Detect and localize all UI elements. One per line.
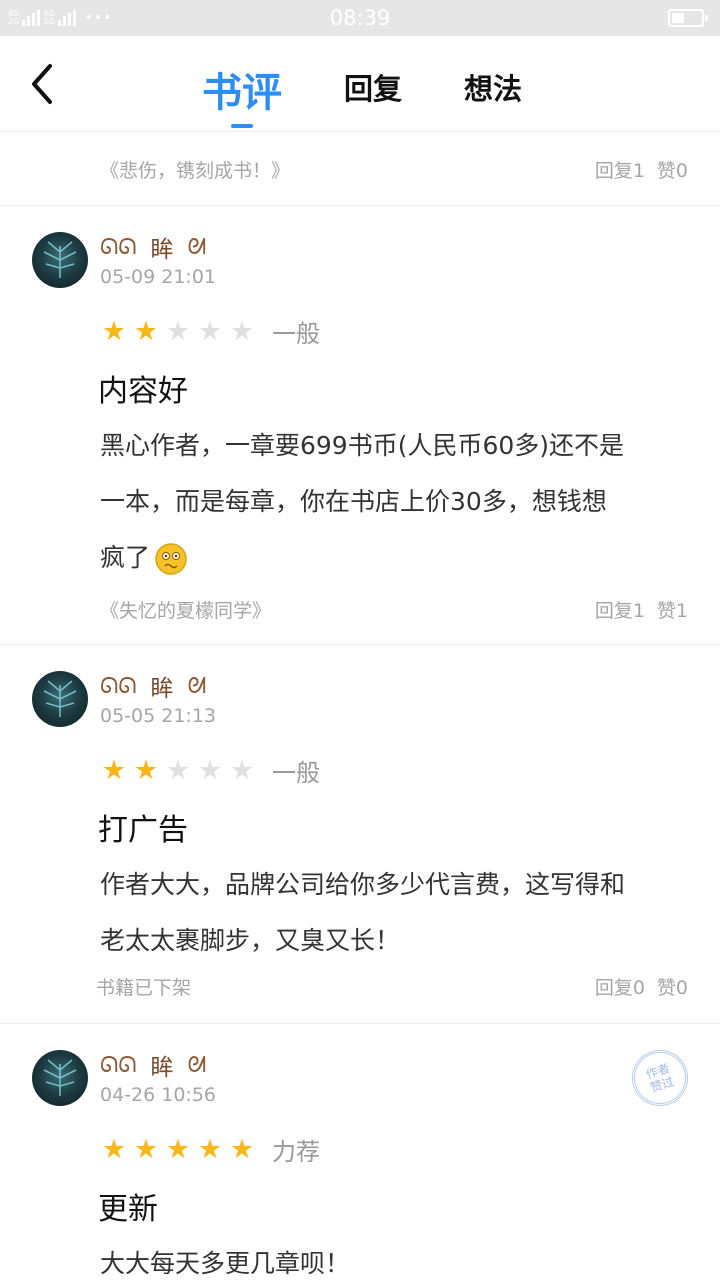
avatar[interactable]: [32, 671, 88, 727]
review-date: 05-05 21:13: [100, 705, 217, 727]
star-icon: ★: [133, 754, 159, 786]
tab-book-reviews[interactable]: 书评: [202, 60, 282, 128]
review-body[interactable]: 黑心作者，一章要699书币(人民币60多)还不是 一本，而是每章，你在书店上价3…: [100, 418, 700, 586]
star-icon: ★: [229, 315, 255, 347]
rating-label: 一般: [272, 320, 320, 348]
star-icon: ★: [101, 1133, 127, 1165]
star-icon: ★: [165, 754, 191, 786]
avatar[interactable]: [32, 232, 88, 288]
like-count-button[interactable]: 赞1: [657, 600, 688, 622]
review-date: 05-09 21:01: [100, 266, 217, 288]
review-body-line: 疯了: [100, 543, 151, 572]
rating-label: 一般: [272, 759, 320, 787]
review-body-line: 黑心作者，一章要699书币(人民币60多)还不是: [100, 431, 625, 460]
review-body-line: 大大每天多更几章呗！: [100, 1249, 351, 1278]
avatar[interactable]: [32, 1050, 88, 1106]
star-icon: ★: [101, 754, 127, 786]
star-icon: ★: [165, 315, 191, 347]
book-link[interactable]: 《悲伤，镌刻成书！》: [100, 156, 290, 183]
avatar-leaf-icon: [43, 241, 77, 278]
username[interactable]: ᘏᘏ 眸 ᘛ: [100, 669, 206, 703]
review-item: ᘏᘏ 眸 ᘛ 05-09 21:01 ★ ★ ★ ★ ★ 一般 内容好 黑心作者…: [0, 206, 720, 644]
rating-stars: ★ ★ ★ ★ ★ 一般: [98, 314, 320, 349]
star-icon: ★: [229, 1133, 255, 1165]
review-date: 04-26 10:56: [100, 1084, 217, 1106]
tab-bar: 书评 回复 想法: [0, 36, 720, 132]
username-text: 眸: [150, 676, 174, 702]
ornament-right-icon: ᘛ: [187, 234, 207, 260]
star-icon: ★: [101, 315, 127, 347]
battery-icon: [668, 9, 708, 27]
status-bar: 4G 2G 4G 2G ••• 08:39: [0, 0, 720, 36]
review-title: 打广告: [98, 813, 188, 848]
review-body-line: 老太太裹脚步，又臭又长！: [100, 926, 401, 955]
username-text: 眸: [150, 237, 174, 263]
book-link[interactable]: 《失忆的夏檬同学》: [100, 596, 271, 623]
review-counts: 回复0 赞0: [595, 973, 688, 1000]
rating-label: 力荐: [272, 1138, 320, 1166]
review-body[interactable]: 大大每天多更几章呗！: [100, 1236, 700, 1280]
avatar-leaf-icon: [43, 1059, 77, 1096]
review-footer: 《失忆的夏檬同学》 回复1 赞1: [0, 596, 720, 636]
avatar-leaf-icon: [43, 680, 77, 717]
star-icon: ★: [197, 1133, 223, 1165]
star-icon: ★: [133, 315, 159, 347]
rating-stars: ★ ★ ★ ★ ★ 一般: [98, 753, 320, 788]
nav-bar: 书评 回复 想法: [0, 36, 720, 132]
review-title: 内容好: [98, 374, 188, 409]
review-item: ᘏᘏ 眸 ᘛ 05-05 21:13 ★ ★ ★ ★ ★ 一般 打广告 作者大大…: [0, 645, 720, 1023]
ornament-left-icon: ᘏᘏ: [100, 673, 137, 699]
review-footer: 《悲伤，镌刻成书！》 回复1 赞0: [0, 156, 720, 196]
review-body-line: 一本，而是每章，你在书店上价30多，想钱想: [100, 487, 607, 516]
star-icon: ★: [229, 754, 255, 786]
ornament-left-icon: ᘏᘏ: [100, 234, 137, 260]
review-footer: 书籍已下架 回复0 赞0: [0, 973, 720, 1013]
reply-count-button[interactable]: 回复1: [595, 600, 645, 622]
username[interactable]: ᘏᘏ 眸 ᘛ: [100, 1048, 206, 1082]
star-icon: ★: [197, 754, 223, 786]
like-count-button[interactable]: 赞0: [657, 977, 688, 999]
star-icon: ★: [165, 1133, 191, 1165]
ornament-right-icon: ᘛ: [187, 673, 207, 699]
review-item: ᘏᘏ 眸 ᘛ 04-26 10:56 作者 赞过 ★ ★ ★ ★ ★ 力荐 更新…: [0, 1024, 720, 1280]
username[interactable]: ᘏᘏ 眸 ᘛ: [100, 230, 206, 264]
ornament-left-icon: ᘏᘏ: [100, 1052, 137, 1078]
review-counts: 回复1 赞0: [595, 156, 688, 183]
ornament-right-icon: ᘛ: [187, 1052, 207, 1078]
tab-replies[interactable]: 回复: [344, 66, 402, 108]
dizzy-face-emoji-icon: [155, 543, 187, 575]
like-count-button[interactable]: 赞0: [657, 160, 688, 182]
author-liked-stamp: 作者 赞过: [624, 1042, 696, 1114]
reply-count-button[interactable]: 回复1: [595, 160, 645, 182]
review-body-line: 作者大大，品牌公司给你多少代言费，这写得和: [100, 870, 626, 899]
book-status: 书籍已下架: [96, 977, 192, 999]
status-time: 08:39: [329, 6, 391, 30]
star-icon: ★: [133, 1133, 159, 1165]
stamp-text: 作者 赞过: [644, 1060, 676, 1096]
review-counts: 回复1 赞1: [595, 596, 688, 623]
review-body[interactable]: 作者大大，品牌公司给你多少代言费，这写得和 老太太裹脚步，又臭又长！: [100, 857, 700, 969]
reply-count-button[interactable]: 回复0: [595, 977, 645, 999]
username-text: 眸: [150, 1055, 174, 1081]
review-title: 更新: [98, 1192, 158, 1227]
rating-stars: ★ ★ ★ ★ ★ 力荐: [98, 1132, 320, 1167]
star-icon: ★: [197, 315, 223, 347]
tab-thoughts[interactable]: 想法: [464, 66, 522, 108]
